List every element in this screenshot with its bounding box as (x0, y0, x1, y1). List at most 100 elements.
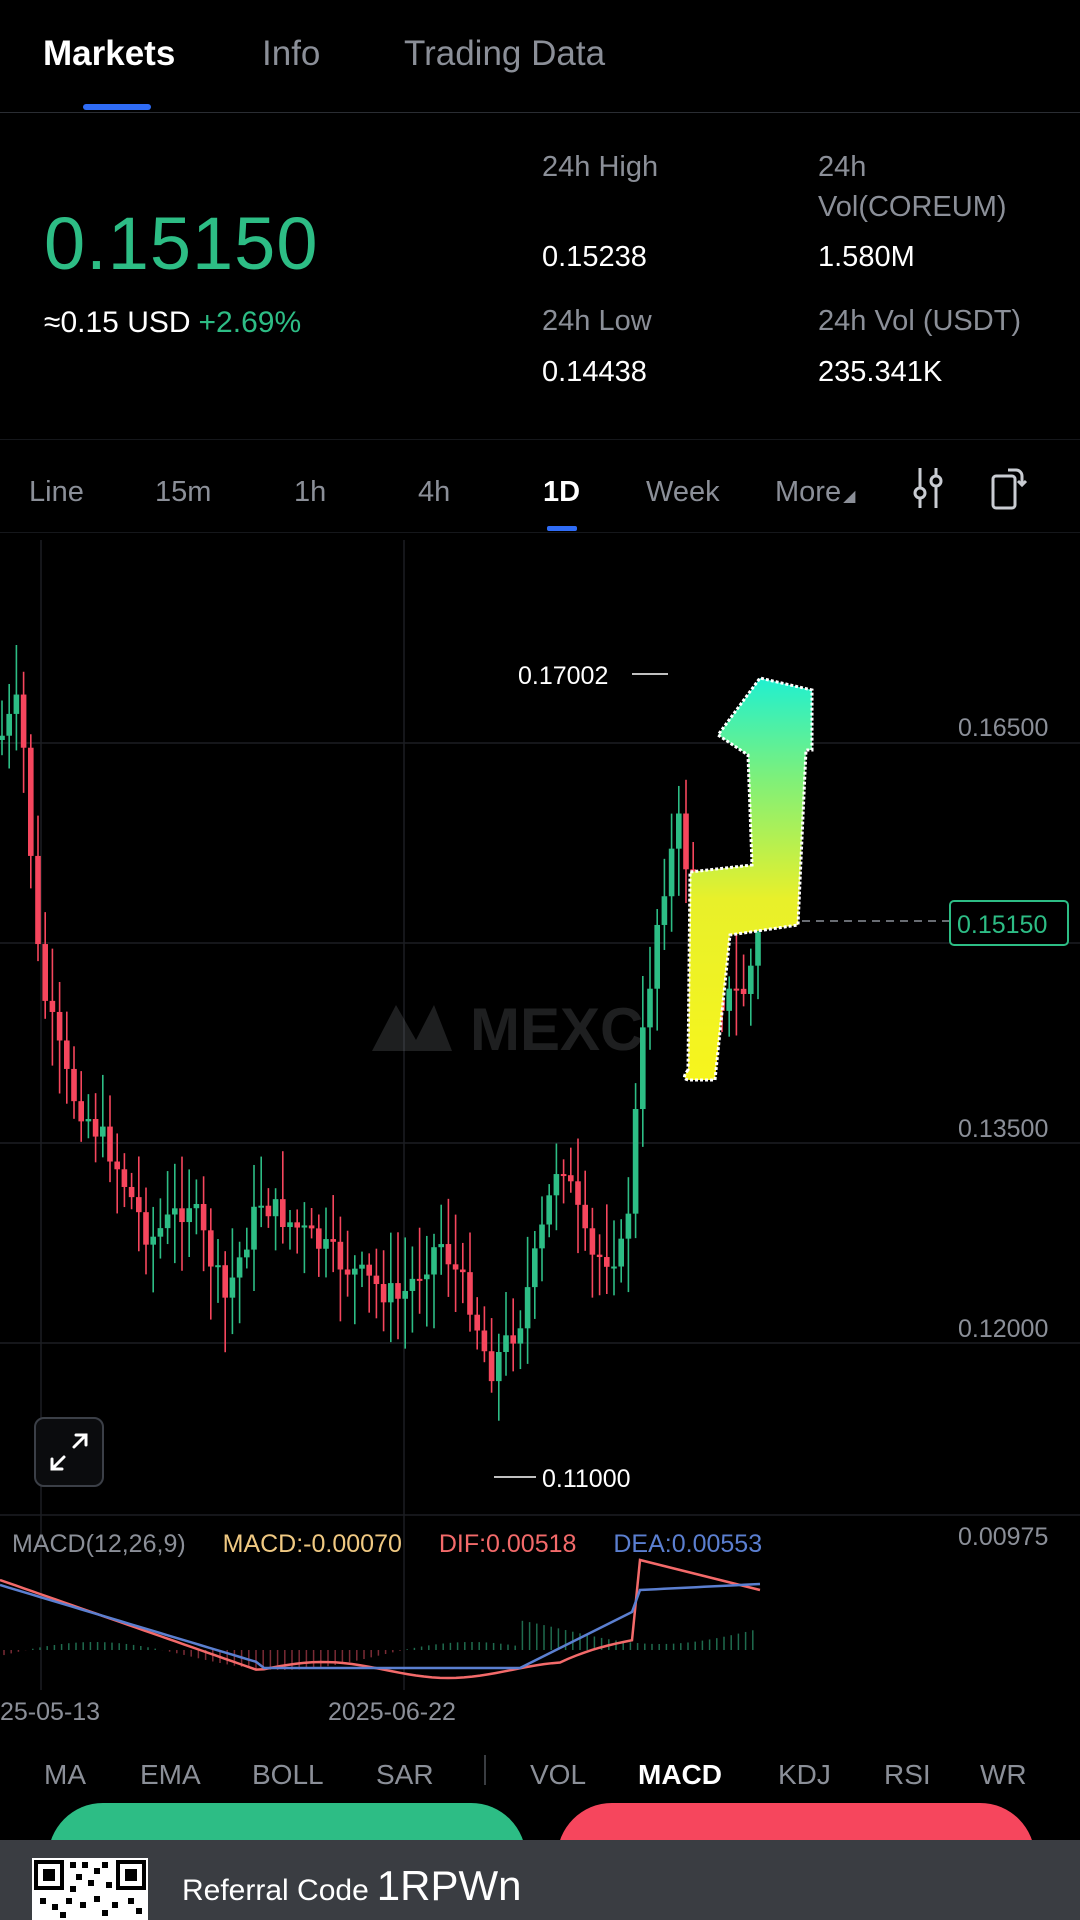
candle-body (568, 1175, 574, 1182)
candle-body (64, 1040, 70, 1069)
candle-body (366, 1264, 372, 1276)
candle-body (128, 1186, 135, 1198)
candle-body (546, 1195, 552, 1225)
indicator-macd[interactable]: MACD (638, 1759, 722, 1785)
low-value: 0.14438 (542, 356, 647, 388)
tab-markets[interactable]: Markets (43, 34, 175, 74)
candle-body (308, 1225, 315, 1229)
indicator-wr[interactable]: WR (980, 1759, 1027, 1785)
candle-body (35, 855, 41, 945)
candle-body (359, 1264, 365, 1269)
candle-body (388, 1283, 394, 1303)
candle-body (78, 1101, 84, 1122)
candle-body (373, 1275, 380, 1285)
price-summary: 0.15150 ≈0.15 USD +2.69% 24h High 0.15238… (0, 113, 1080, 440)
candle-body (323, 1239, 329, 1249)
base-volume-value: 1.580M (818, 241, 915, 273)
macd-value: MACD:-0.00070 (222, 1530, 402, 1558)
candle-body (611, 1266, 617, 1269)
candle-body (740, 988, 747, 994)
indicator-boll[interactable]: BOLL (252, 1759, 324, 1785)
interval-week[interactable]: Week (646, 476, 720, 509)
referral-label: Referral Code (182, 1874, 369, 1907)
candle-body (539, 1224, 545, 1249)
candle-body (431, 1247, 437, 1275)
candle-body (272, 1199, 279, 1217)
y-tick-0: 0.16500 (958, 714, 1048, 742)
candle-body (258, 1205, 264, 1208)
active-tab-indicator (83, 104, 151, 110)
dif-value: DIF:0.00518 (438, 1530, 577, 1558)
candle-body (560, 1174, 567, 1177)
candle-body (395, 1283, 401, 1299)
candle-body (352, 1268, 358, 1275)
referral-text: Referral Code 1RPWn (182, 1862, 521, 1910)
interval-1h[interactable]: 1h (294, 476, 326, 509)
indicator-sar[interactable]: SAR (376, 1759, 434, 1785)
qr-pattern (34, 1860, 146, 1918)
interval-more[interactable]: More ◢ (775, 476, 855, 509)
candle-body (647, 988, 653, 1028)
candle-body (416, 1278, 423, 1281)
candle-body (13, 694, 20, 714)
candle-body (661, 896, 668, 925)
candle-body (85, 1119, 92, 1122)
candle-body (445, 1244, 452, 1265)
candle-body (589, 1228, 596, 1255)
candle-body (726, 988, 732, 1011)
candle-body (301, 1225, 308, 1228)
candle-body (143, 1212, 149, 1245)
indicator-divider (484, 1755, 486, 1785)
candle-body (28, 747, 34, 856)
macd-legend: MACD(12,26,9) MACD:-0.00070 DIF:0.00518 … (12, 1530, 792, 1559)
candle-body (287, 1222, 293, 1228)
candle-body (604, 1257, 610, 1267)
indicator-bar: MA EMA BOLL SAR VOL MACD KDJ RSI WR (0, 1745, 1080, 1785)
candle-body (625, 1213, 632, 1239)
interval-4h[interactable]: 4h (418, 476, 450, 509)
candle-body (265, 1205, 272, 1217)
indicator-kdj[interactable]: KDJ (778, 1759, 831, 1785)
candle-body (280, 1199, 286, 1228)
indicator-vol[interactable]: VOL (530, 1759, 586, 1785)
candle-body (42, 944, 48, 1001)
candle-body (294, 1222, 300, 1228)
sliders-icon[interactable] (910, 466, 946, 510)
mexc-watermark: MEXC (372, 996, 643, 1063)
quote-volume-value: 235.341K (818, 356, 943, 388)
candle-body (668, 848, 675, 897)
low-label: 24h Low (542, 305, 652, 337)
candle-body (49, 1000, 56, 1012)
candle-body (236, 1257, 243, 1278)
macd-panel (0, 1558, 761, 1680)
active-interval-indicator (547, 526, 577, 531)
interval-line[interactable]: Line (29, 476, 84, 509)
interval-more-label: More (775, 476, 842, 508)
indicator-ema[interactable]: EMA (140, 1759, 201, 1785)
rotate-device-icon[interactable] (990, 466, 1030, 512)
expand-chart-button[interactable] (34, 1417, 104, 1487)
candle-body (517, 1328, 524, 1344)
candle-body (215, 1265, 221, 1268)
candle-body (632, 1109, 639, 1214)
candle-body (114, 1161, 120, 1170)
indicator-ma[interactable]: MA (44, 1759, 86, 1785)
candle-body (107, 1126, 113, 1162)
indicator-rsi[interactable]: RSI (884, 1759, 931, 1785)
tab-info[interactable]: Info (262, 34, 320, 74)
candle-body (474, 1314, 480, 1331)
interval-15m[interactable]: 15m (155, 476, 211, 509)
referral-banner: Referral Code 1RPWn (0, 1840, 1080, 1920)
candle-body (640, 1027, 646, 1110)
candle-body (532, 1248, 538, 1288)
watermark-text: MEXC (470, 996, 643, 1063)
candle-body (6, 713, 12, 736)
candle-body (121, 1169, 128, 1187)
tab-trading-data[interactable]: Trading Data (404, 34, 605, 74)
interval-1d[interactable]: 1D (543, 476, 580, 509)
candle-body (164, 1214, 171, 1229)
candle-body (0, 735, 5, 740)
candle-body (755, 932, 761, 966)
candle-series (0, 645, 761, 1421)
candle-body (683, 813, 689, 870)
